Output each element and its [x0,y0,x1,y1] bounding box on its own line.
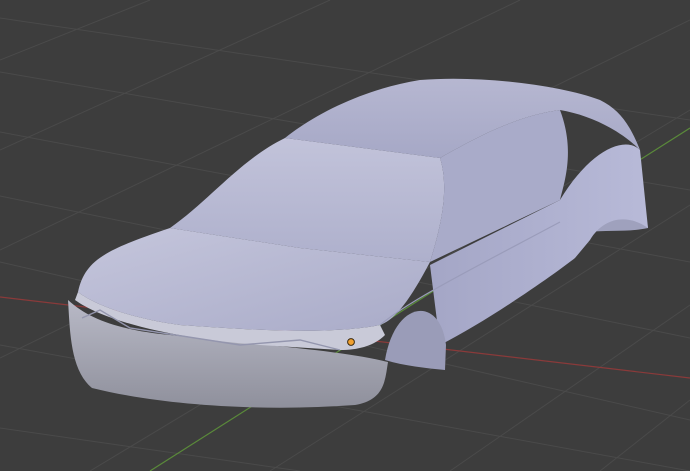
object-origin-dot[interactable] [347,338,355,346]
front-wheel-arch [385,310,446,370]
3d-viewport[interactable] [0,0,690,471]
car-body-mesh[interactable] [68,78,648,408]
viewport-canvas[interactable] [0,0,690,471]
